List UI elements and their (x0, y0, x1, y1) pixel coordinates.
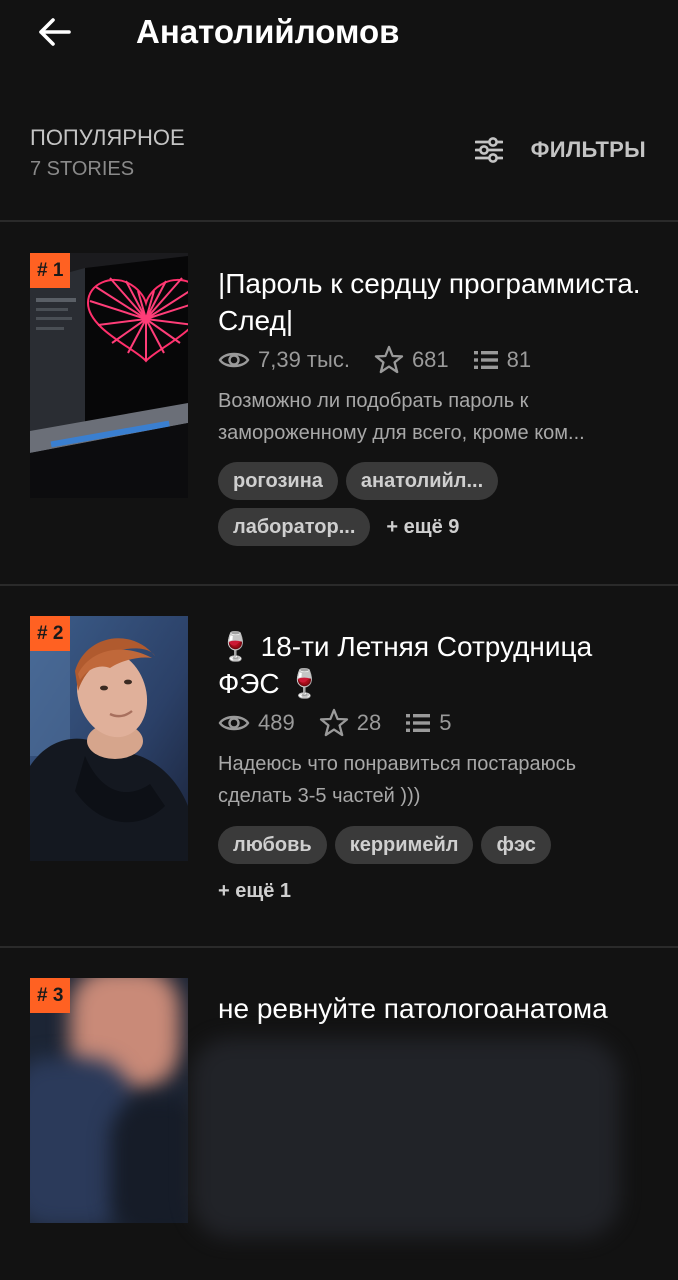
votes-count: 681 (411, 347, 449, 372)
list-icon (406, 714, 431, 732)
tag-chip[interactable]: фэс (481, 826, 551, 864)
story-description: Возможно ли подобрать пароль к заморожен… (218, 390, 585, 444)
blurred-content (190, 1038, 620, 1238)
sort-label: ПОПУЛЯРНОЕ (30, 125, 185, 150)
parts-stat: 81 (473, 347, 531, 373)
parts-count: 5 (439, 710, 452, 735)
more-tags-link[interactable]: + ещё 1 (210, 872, 299, 910)
tag-list: рогозина анатолийл... лаборатор... + ещё… (218, 462, 658, 546)
story-cover[interactable]: # 3 (30, 978, 188, 1223)
eye-icon (218, 715, 250, 731)
filters-button[interactable]: ФИЛЬТРЫ (474, 137, 646, 163)
story-stats: 7,39 тыс. 681 81 (218, 345, 531, 375)
tag-chip[interactable]: керримейл (334, 826, 474, 864)
parts-stat: 5 (405, 710, 451, 736)
cover-image (30, 253, 188, 498)
app-header: Анатолийломов (0, 0, 678, 70)
star-icon (374, 345, 404, 374)
story-title[interactable]: не ревнуйте патологоанатома (218, 990, 658, 1027)
story-title[interactable]: |Пароль к сердцу программиста. След| (218, 265, 658, 339)
story-card[interactable]: # 3 не ревнуйте патологоанатома (0, 948, 678, 1280)
filters-label: ФИЛЬТРЫ (530, 137, 646, 162)
story-cover[interactable]: # 2 (30, 616, 188, 861)
reads-stat: 489 (218, 710, 295, 736)
story-count: 7 STORIES (30, 158, 135, 180)
votes-count: 28 (356, 710, 382, 735)
more-tags-link[interactable]: + ещё 9 (378, 508, 467, 546)
reads-stat: 7,39 тыс. (218, 347, 350, 373)
votes-stat: 681 (374, 345, 449, 375)
votes-stat: 28 (319, 708, 381, 738)
tag-chip[interactable]: лаборатор... (218, 508, 371, 546)
arrow-left-icon (39, 18, 71, 46)
rank-badge: # 2 (30, 616, 71, 651)
tag-chip[interactable]: рогозина (218, 462, 338, 500)
reads-count: 489 (258, 710, 295, 735)
list-icon (473, 351, 498, 369)
story-card[interactable]: # 1 |Пароль к сердцу программиста. След|… (0, 222, 678, 584)
story-card[interactable]: # 2 🍷 18-ти Летняя Сотрудница ФЭС 🍷 489 … (0, 586, 678, 946)
star-icon (319, 708, 348, 737)
cover-image (30, 616, 188, 861)
tag-chip[interactable]: анатолийл... (345, 462, 499, 500)
page-title: Анатолийломов (136, 13, 400, 50)
story-cover[interactable]: # 1 (30, 253, 188, 498)
parts-count: 81 (506, 347, 532, 372)
rank-badge: # 1 (30, 253, 71, 288)
eye-icon (218, 352, 250, 368)
back-button[interactable] (30, 8, 78, 56)
sort-block: ПОПУЛЯРНОЕ 7 STORIES (30, 124, 185, 183)
rank-badge: # 3 (30, 978, 71, 1013)
sliders-icon (474, 137, 503, 163)
reads-count: 7,39 тыс. (258, 347, 350, 372)
story-stats: 489 28 5 (218, 708, 451, 738)
tag-list: любовь керримейл фэс (218, 826, 658, 864)
story-title[interactable]: 🍷 18-ти Летняя Сотрудница ФЭС 🍷 (218, 628, 658, 702)
story-description: Надеюсь что понравиться постараюсь сдела… (218, 753, 577, 807)
tag-chip[interactable]: любовь (218, 826, 327, 864)
